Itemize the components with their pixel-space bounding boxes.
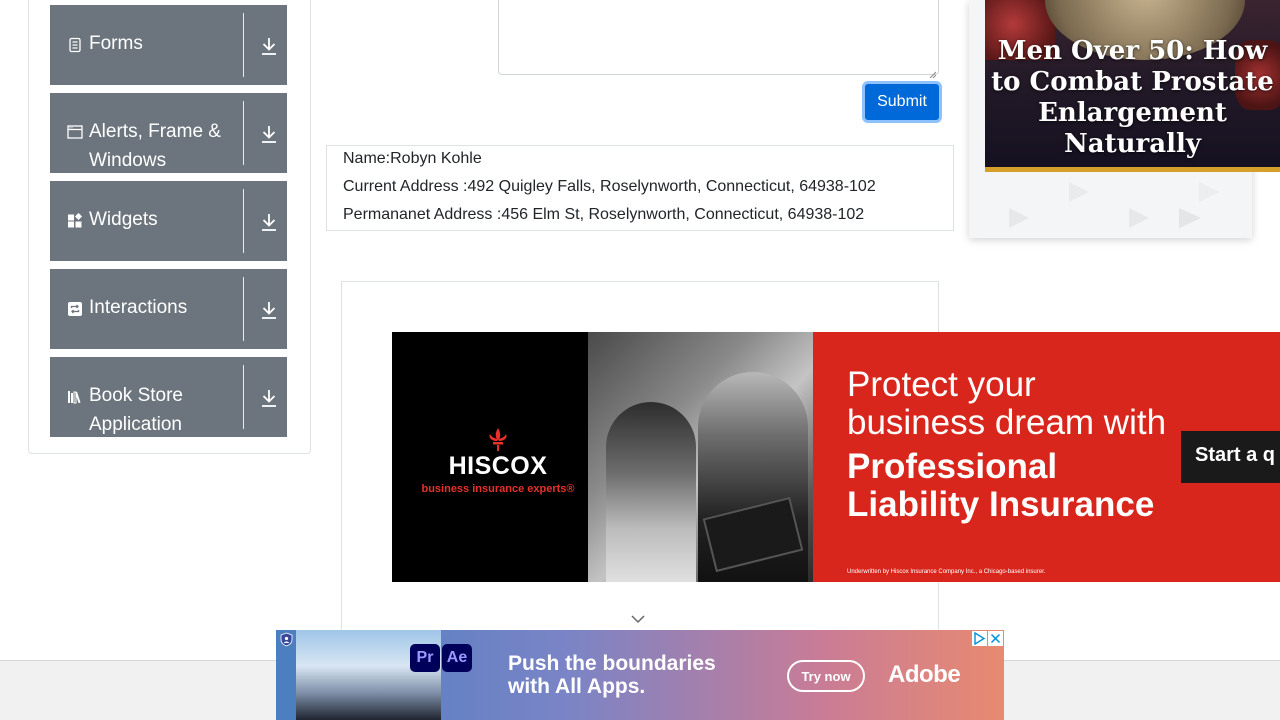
- download-icon[interactable]: [260, 388, 278, 408]
- divider: [243, 13, 244, 77]
- ad-photo: [588, 332, 813, 582]
- sidebar-group-interactions[interactable]: Interactions: [50, 269, 287, 349]
- adobe-headline: Push the boundaries with All Apps.: [508, 652, 716, 698]
- hiscox-line: business dream with: [847, 403, 1167, 442]
- divider: [243, 189, 244, 253]
- divider: [243, 101, 244, 165]
- sidebar-group-label: Book Store Application: [89, 385, 183, 435]
- ad-pattern: [1009, 182, 1219, 228]
- output-current-address: Current Address :492 Quigley Falls, Rose…: [343, 178, 876, 195]
- shield-icon: [280, 632, 293, 647]
- adchoices-icon[interactable]: [972, 631, 987, 646]
- resize-grip-icon[interactable]: [929, 65, 937, 79]
- close-icon[interactable]: [988, 631, 1003, 646]
- sidebar-group-bookstore[interactable]: Book Store Application: [50, 357, 287, 437]
- submit-button[interactable]: Submit: [862, 81, 942, 123]
- download-icon[interactable]: [260, 300, 278, 320]
- after-effects-icon: Ae: [442, 644, 472, 672]
- divider: [243, 277, 244, 341]
- sidebar-group-label: Alerts, Frame & Windows: [89, 121, 221, 171]
- hiscox-headline-bold: Professional Liability Insurance: [847, 448, 1154, 524]
- sidebar-group-label: Interactions: [89, 297, 188, 318]
- hiscox-fleur-icon: [484, 426, 512, 454]
- right-ad-headline[interactable]: Men Over 50: How to Combat Prostate Enla…: [985, 36, 1280, 160]
- sidebar-group-label: Widgets: [89, 209, 158, 230]
- hiscox-headline-top: Protect your business dream with: [847, 366, 1166, 442]
- output-permanent-address: Permananet Address :456 Elm St, Roselynw…: [343, 206, 865, 223]
- hiscox-cta-button[interactable]: Start a q: [1181, 431, 1280, 483]
- sidebar-group-widgets[interactable]: Widgets: [50, 181, 287, 261]
- window-icon: [67, 124, 83, 140]
- hiscox-brand: HISCOX: [448, 452, 548, 480]
- adobe-ad-banner[interactable]: Pr Ae Push the boundaries with All Apps.…: [276, 630, 1004, 720]
- chevron-down-icon[interactable]: [630, 612, 646, 624]
- hiscox-ad-banner[interactable]: HISCOX business insurance experts® Prote…: [392, 332, 1280, 582]
- hiscox-tagline: business insurance experts®: [421, 483, 575, 495]
- download-icon[interactable]: [260, 212, 278, 232]
- bookstore-icon: [67, 389, 83, 405]
- sidebar-group-alerts[interactable]: Alerts, Frame & Windows: [50, 93, 287, 173]
- adobe-line: Push the boundaries: [508, 652, 716, 675]
- premiere-pro-icon: Pr: [410, 644, 440, 672]
- output-panel: Name:Robyn Kohle Current Address :492 Qu…: [326, 145, 954, 231]
- divider: [243, 365, 244, 429]
- output-name: Name:Robyn Kohle: [343, 150, 482, 167]
- forms-icon: [67, 37, 83, 53]
- hiscox-line: Protect your: [847, 365, 1036, 404]
- sidebar-group-label: Forms: [89, 33, 143, 54]
- photo-person: [606, 402, 696, 582]
- hiscox-line: Liability Insurance: [847, 485, 1155, 524]
- hiscox-fine-print: Underwritten by Hiscox Insurance Company…: [847, 569, 1046, 575]
- ad-accent-bar: [985, 167, 1280, 172]
- try-now-button[interactable]: Try now: [787, 660, 865, 692]
- interactions-icon: [67, 301, 83, 317]
- adobe-logo: Adobe: [888, 661, 961, 688]
- hiscox-line: Professional: [847, 447, 1058, 486]
- sidebar-group-forms[interactable]: Forms: [50, 5, 287, 85]
- right-ad-image[interactable]: Men Over 50: How to Combat Prostate Enla…: [985, 0, 1280, 172]
- address-textarea[interactable]: [498, 0, 939, 79]
- adobe-line: with All Apps.: [508, 675, 646, 698]
- download-icon[interactable]: [260, 36, 278, 56]
- widgets-icon: [67, 212, 83, 229]
- download-icon[interactable]: [260, 124, 278, 144]
